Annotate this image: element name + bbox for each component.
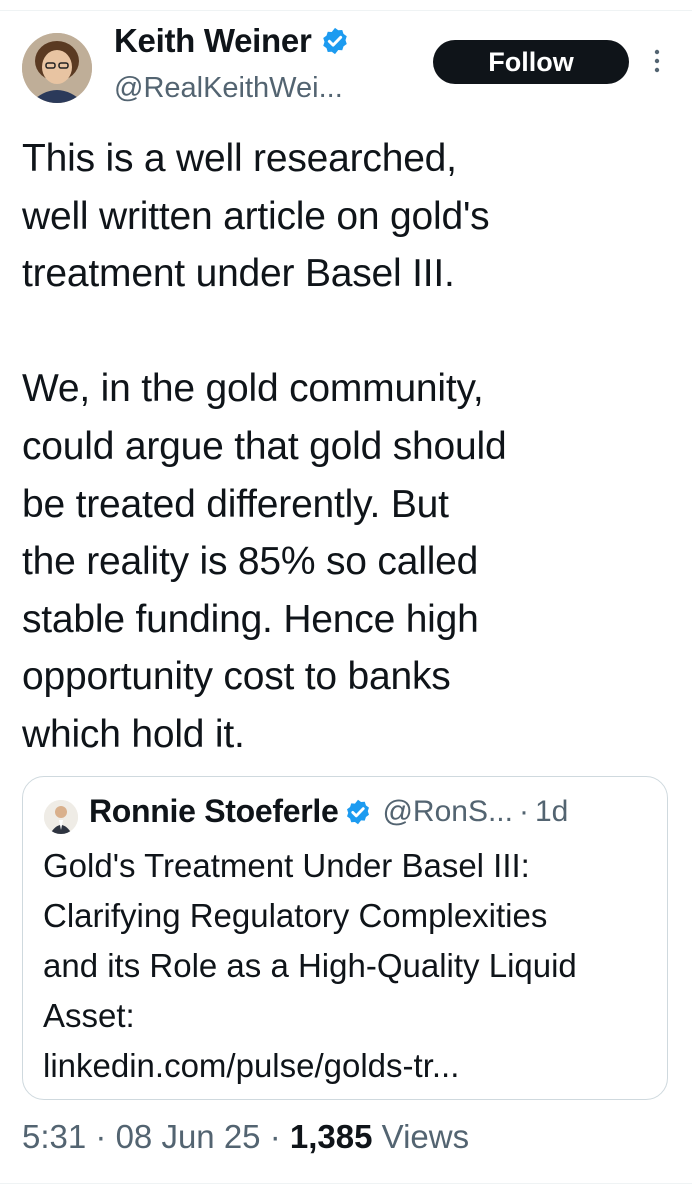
tweet-text: This is a well researched, well written … — [22, 137, 507, 756]
quoted-line: Clarifying Regulatory Complexities — [43, 897, 548, 934]
follow-button[interactable]: Follow — [433, 40, 629, 84]
tweet-meta: 5:31 · 08 Jun 25 · 1,385 Views — [22, 1118, 469, 1156]
quoted-avatar-image — [44, 800, 78, 834]
quoted-verified-badge-icon — [347, 799, 370, 824]
quoted-timestamp: 1d — [534, 794, 569, 828]
author-display-name[interactable]: Keith Weiner — [114, 22, 312, 60]
quoted-text: Gold's Treatment Under Basel III: Clarif… — [43, 841, 663, 1091]
quoted-author-avatar — [44, 800, 78, 834]
quoted-line: Asset: — [43, 997, 135, 1034]
bottom-divider — [0, 1183, 692, 1184]
top-divider — [0, 10, 692, 11]
meta-separator: · — [95, 1118, 107, 1155]
views-count: 1,385 — [289, 1118, 373, 1155]
quoted-tweet-card[interactable]: Ronnie Stoeferle @RonS... · 1d Gold's Tr… — [22, 776, 668, 1100]
tweet-time[interactable]: 5:31 — [22, 1118, 86, 1155]
views-label: Views — [381, 1118, 470, 1155]
avatar-image — [22, 33, 92, 103]
verified-badge-icon — [322, 27, 347, 55]
meta-separator: · — [269, 1118, 281, 1155]
quoted-link[interactable]: linkedin.com/pulse/golds-tr... — [43, 1041, 663, 1091]
author-avatar[interactable] — [22, 33, 92, 103]
quoted-handle: @RonS... — [382, 794, 513, 828]
author-name-row[interactable]: Keith Weiner — [114, 22, 350, 60]
quoted-line: Gold's Treatment Under Basel III: — [43, 847, 530, 884]
quoted-separator: · — [518, 794, 529, 828]
author-handle[interactable]: @RealKeithWei... — [114, 72, 343, 105]
quoted-header: Ronnie Stoeferle @RonS... · 1d — [89, 793, 568, 830]
quoted-line: and its Role as a High-Quality Liquid — [43, 947, 577, 984]
quoted-display-name: Ronnie Stoeferle — [89, 793, 339, 829]
more-vertical-icon[interactable] — [648, 46, 666, 76]
tweet-date[interactable]: 08 Jun 25 — [116, 1118, 261, 1155]
